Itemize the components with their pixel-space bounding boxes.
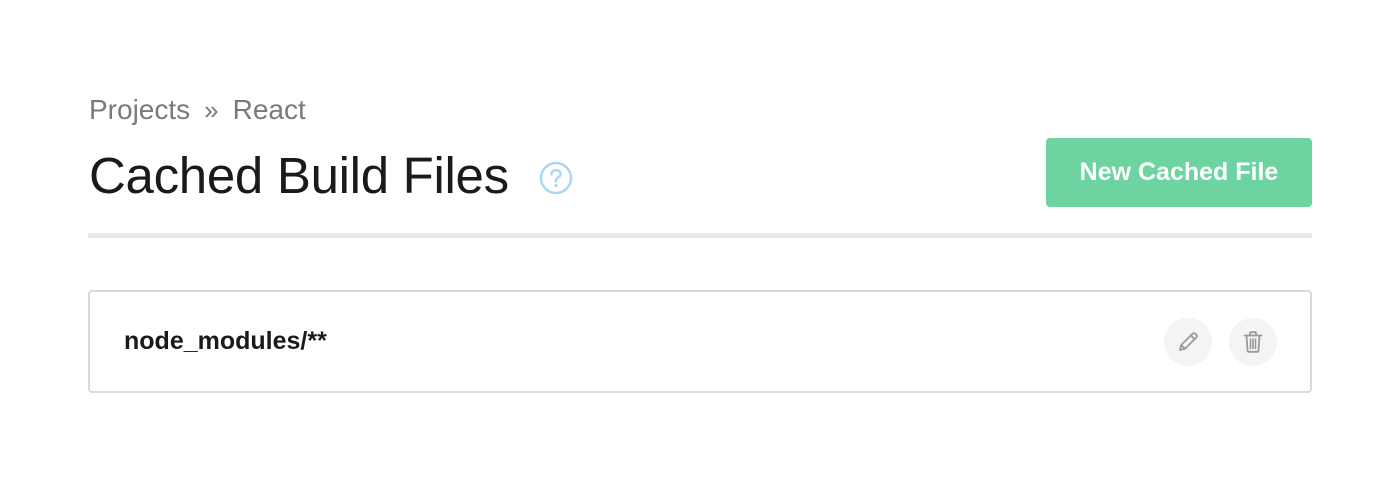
edit-button[interactable]	[1164, 318, 1212, 366]
header-divider	[88, 233, 1312, 238]
title-row: Cached Build Files	[89, 140, 573, 210]
cached-file-list: node_modules/**	[88, 290, 1312, 393]
list-item: node_modules/**	[90, 292, 1310, 391]
pencil-icon	[1175, 329, 1201, 355]
breadcrumb-item-react[interactable]: React	[233, 94, 306, 126]
delete-button[interactable]	[1229, 318, 1277, 366]
file-name: node_modules/**	[124, 327, 327, 355]
breadcrumb: Projects » React	[89, 92, 306, 128]
page: Projects » React Cached Build Files New …	[0, 0, 1400, 481]
new-cached-file-button[interactable]: New Cached File	[1046, 138, 1312, 207]
row-actions	[1164, 318, 1277, 366]
breadcrumb-item-projects[interactable]: Projects	[89, 94, 190, 126]
breadcrumb-separator: »	[204, 94, 219, 125]
question-circle-icon[interactable]	[539, 161, 573, 195]
trash-icon	[1240, 329, 1266, 355]
page-title: Cached Build Files	[89, 146, 509, 204]
